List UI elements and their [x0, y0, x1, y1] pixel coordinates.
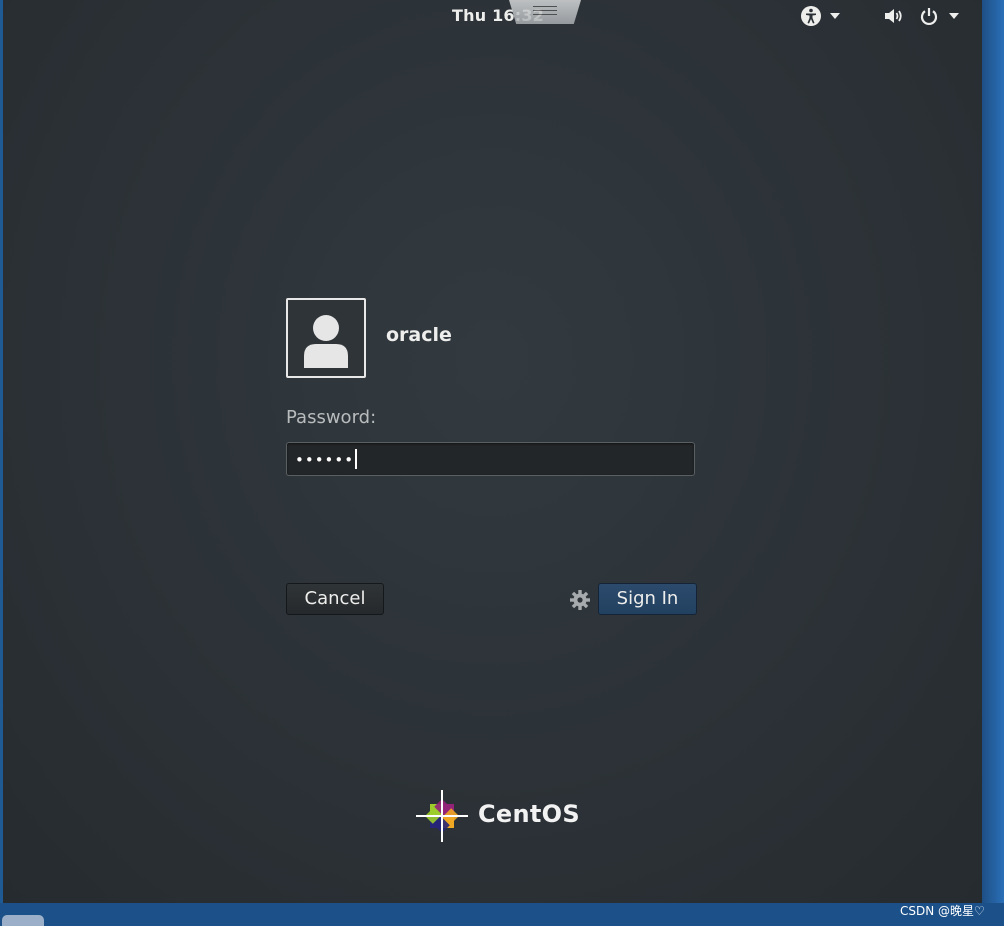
user-avatar[interactable] [286, 298, 366, 378]
power-icon [920, 8, 938, 25]
centos-logo-text: CentOS [478, 800, 580, 828]
chevron-down-icon [949, 13, 959, 19]
password-value: •••••• [295, 451, 355, 469]
username-label: oracle [386, 324, 452, 346]
password-field[interactable]: •••••• [286, 442, 695, 476]
sign-in-button[interactable]: Sign In [598, 583, 697, 615]
system-menu[interactable] [883, 5, 959, 27]
chevron-down-icon [830, 13, 840, 19]
login-screen: Thu 16:32 oracle Password: •••••• Cancel… [3, 0, 982, 903]
host-taskbar [0, 903, 1004, 926]
vm-toolbar-tab[interactable] [509, 0, 581, 24]
gear-icon[interactable] [569, 589, 591, 611]
user-icon [304, 315, 348, 368]
cancel-button[interactable]: Cancel [286, 583, 384, 615]
centos-logo-icon [416, 790, 468, 842]
password-label: Password: [286, 407, 377, 428]
host-desktop-edge [982, 0, 1004, 903]
top-bar: Thu 16:32 [3, 0, 982, 32]
volume-icon [885, 9, 902, 23]
text-cursor [355, 449, 358, 469]
accessibility-menu[interactable] [800, 5, 840, 27]
watermark: CSDN @晚星♡ [900, 904, 985, 918]
scrollbar-thumb[interactable] [2, 915, 44, 926]
accessibility-icon [801, 6, 821, 26]
